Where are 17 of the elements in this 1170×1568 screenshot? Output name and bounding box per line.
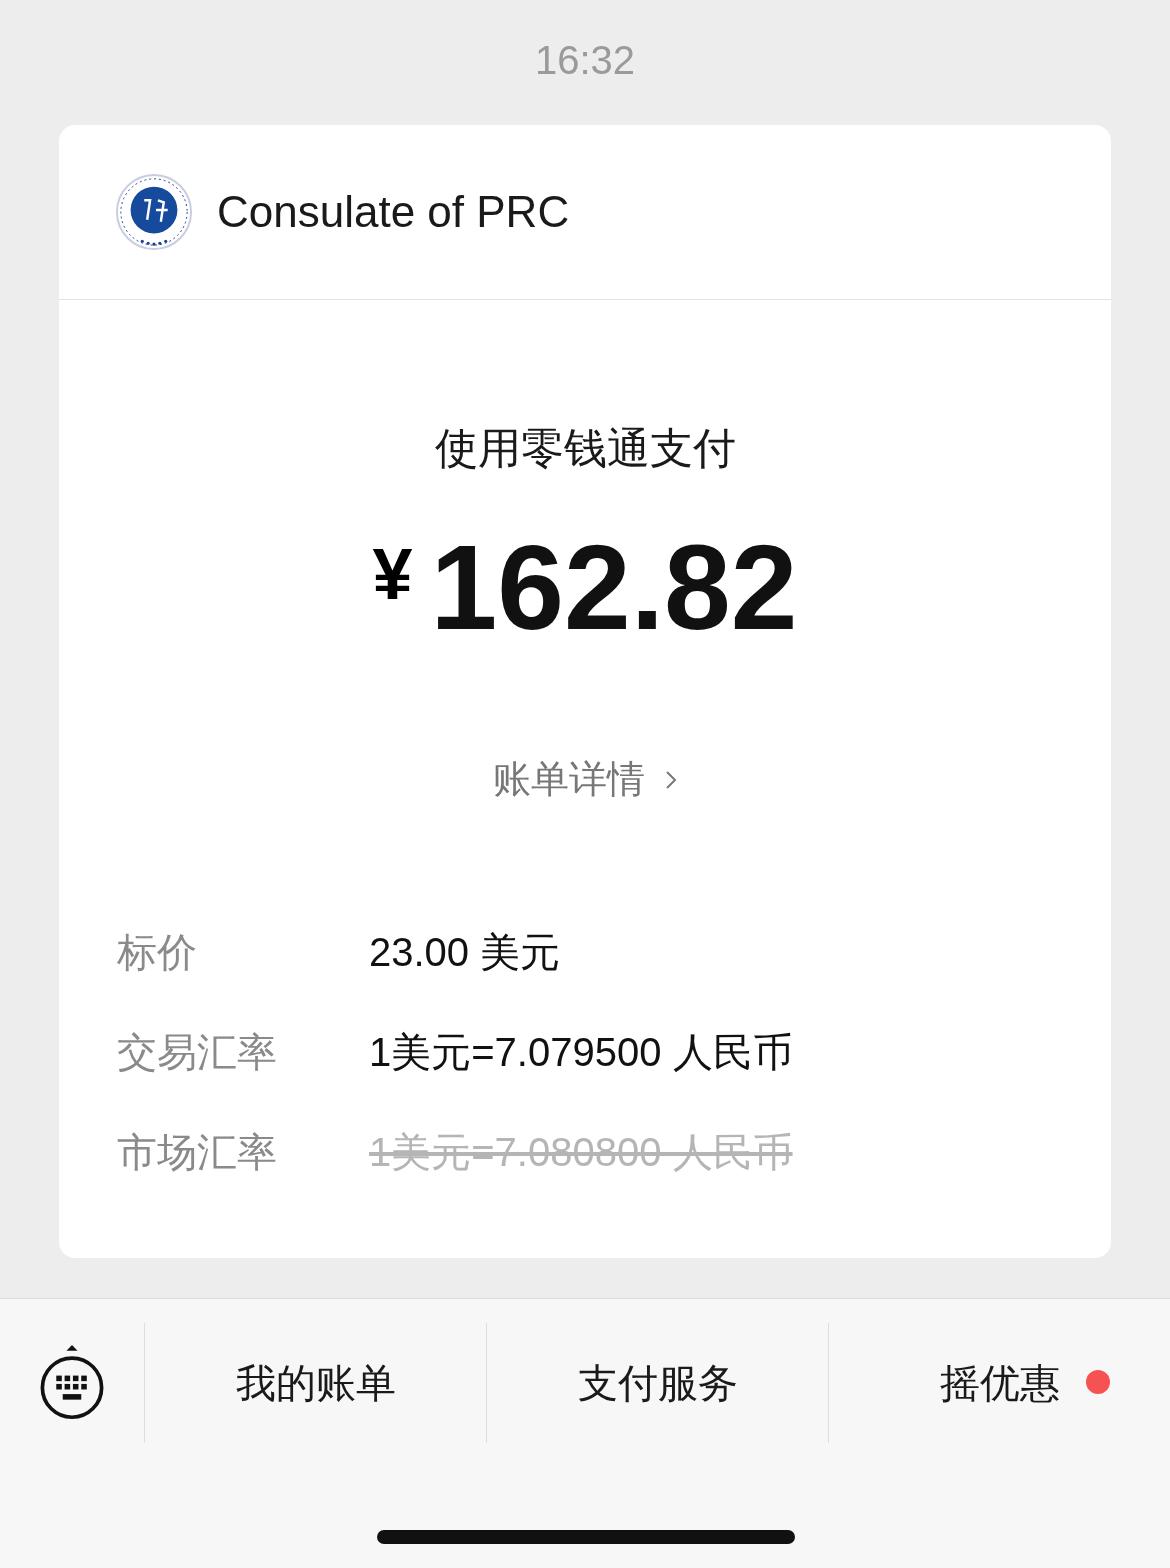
bill-details-link[interactable]: 账单详情 bbox=[493, 754, 677, 805]
row-label: 标价 bbox=[117, 928, 198, 976]
row-label: 交易汇率 bbox=[117, 1028, 278, 1076]
menu-item[interactable]: 支付服务 bbox=[487, 1323, 828, 1443]
row-value: 1美元=7.079500 人民币 bbox=[369, 1028, 793, 1076]
row-value: 23.00 美元 bbox=[369, 928, 561, 976]
chevron-right-icon bbox=[665, 768, 677, 791]
currency-symbol: ¥ bbox=[372, 533, 413, 615]
payment-amount: 162.82 bbox=[430, 519, 798, 656]
row-label: 市场汇率 bbox=[117, 1128, 278, 1176]
payment-method: 使用零钱通支付 bbox=[434, 423, 736, 474]
menu-item[interactable]: 我的账单 bbox=[145, 1323, 486, 1443]
seal-logo-icon bbox=[115, 173, 193, 251]
row-value: 1美元=7.080800 人民币 bbox=[369, 1128, 793, 1176]
status-time: 16:32 bbox=[534, 37, 636, 84]
menu-item[interactable]: 摇优惠 bbox=[829, 1323, 1170, 1443]
merchant-name: Consulate of PRC bbox=[217, 187, 570, 237]
